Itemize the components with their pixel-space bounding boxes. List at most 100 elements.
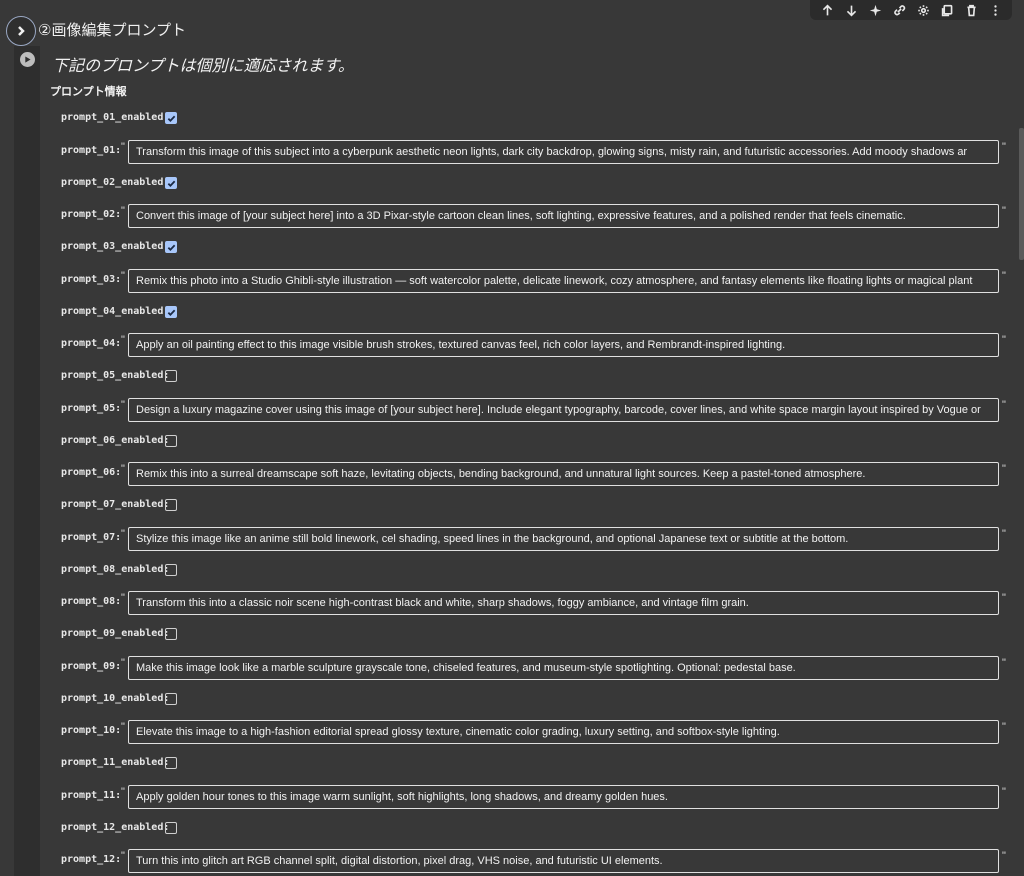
prompt-label: prompt_01: — [61, 144, 122, 156]
prompt-enabled-row: prompt_07_enabled: — [0, 494, 1024, 518]
prompt-text-row: prompt_02: " Convert this image of [your s… — [0, 204, 1024, 228]
prompt-enabled-row: prompt_12_enabled: — [0, 817, 1024, 841]
prompt-label: prompt_10: — [61, 725, 122, 736]
close-quote: " — [1002, 334, 1006, 346]
prompt-enabled-checkbox[interactable] — [165, 434, 177, 447]
close-quote: " — [1002, 205, 1006, 217]
prompt-text-input[interactable]: Transform this into a classic noir scene… — [128, 591, 999, 615]
close-quote: " — [1002, 592, 1006, 604]
prompt-enabled-row: prompt_01_enabled: — [0, 107, 1024, 131]
prompt-text-row: prompt_09: " Make this image look like a m… — [0, 655, 1024, 680]
prompt-enabled-label: prompt_07_enabled: — [61, 499, 170, 510]
form-description: 下記のプロンプトは個別に適応されます。 — [52, 58, 354, 75]
prompt-text-row: prompt_08: " Transform this into a classic… — [0, 591, 1024, 615]
prompt-label: prompt_08: — [61, 596, 122, 607]
close-quote: " — [1002, 398, 1006, 411]
prompt-enabled-row: prompt_02_enabled: — [0, 172, 1024, 196]
mirror-icon[interactable] — [936, 0, 958, 20]
prompt-enabled-checkbox[interactable] — [165, 305, 177, 318]
chevron-right-icon — [18, 26, 25, 36]
trash-icon[interactable] — [960, 0, 982, 20]
prompt-label: prompt_09: — [61, 660, 122, 672]
prompt-text-input[interactable]: Remix this into a surreal dreamscape sof… — [128, 462, 999, 486]
prompt-enabled-checkbox[interactable] — [165, 370, 177, 382]
prompt-enabled-label: prompt_12_enabled: — [61, 821, 170, 833]
prompt-text-input[interactable]: Stylize this image like an anime still b… — [128, 526, 999, 551]
prompt-text-input[interactable]: Transform this image of this subject int… — [128, 139, 999, 164]
play-icon — [25, 56, 31, 63]
prompt-label: prompt_07: — [61, 531, 122, 543]
prompt-label: prompt_06: — [61, 467, 122, 478]
prompt-enabled-row: prompt_03_enabled: — [0, 236, 1024, 260]
prompt-enabled-label: prompt_06_enabled: — [61, 434, 170, 446]
prompt-enabled-row: prompt_04_enabled: — [0, 301, 1024, 325]
scrollbar[interactable] — [1019, 128, 1024, 260]
prompt-label: prompt_04: — [61, 338, 122, 349]
prompt-enabled-row: prompt_05_enabled: — [0, 365, 1024, 389]
prompt-enabled-checkbox[interactable] — [165, 563, 177, 576]
prompt-text-input[interactable]: Elevate this image to a high-fashion edi… — [128, 720, 999, 744]
prompt-enabled-label: prompt_05_enabled: — [61, 370, 170, 381]
open-quote: " — [121, 269, 125, 282]
prompt-enabled-checkbox[interactable] — [165, 692, 177, 705]
arrow-down-icon[interactable] — [840, 0, 862, 20]
prompt-text-input[interactable]: Make this image look like a marble sculp… — [128, 655, 999, 680]
prompt-enabled-label: prompt_02_enabled: — [61, 176, 170, 188]
arrow-up-icon[interactable] — [816, 0, 838, 20]
prompt-text-row: prompt_04: " Apply an oil painting effect … — [0, 333, 1024, 357]
prompt-enabled-checkbox[interactable] — [165, 821, 177, 834]
prompt-text-input[interactable]: Apply golden hour tones to this image wa… — [128, 784, 999, 809]
prompt-enabled-checkbox[interactable] — [165, 628, 177, 640]
close-quote: " — [1002, 463, 1006, 475]
prompt-label: prompt_11: — [61, 789, 122, 801]
prompt-enabled-label: prompt_03_enabled: — [61, 241, 170, 252]
prompt-label: prompt_05: — [61, 402, 122, 414]
prompt-enabled-label: prompt_09_enabled: — [61, 628, 170, 639]
more-vert-icon[interactable] — [984, 0, 1006, 20]
collapse-section-button[interactable] — [6, 16, 36, 46]
link-icon[interactable] — [888, 0, 910, 20]
prompt-label: prompt_02: — [61, 209, 122, 220]
gear-icon[interactable] — [912, 0, 934, 20]
prompt-enabled-checkbox[interactable] — [165, 112, 177, 124]
prompt-enabled-checkbox[interactable] — [165, 499, 177, 511]
prompt-enabled-label: prompt_10_enabled: — [61, 692, 170, 704]
prompt-text-input[interactable]: Apply an oil painting effect to this ima… — [128, 333, 999, 357]
open-quote: " — [121, 656, 125, 669]
prompt-text-row: prompt_10: " Elevate this image to a high-… — [0, 720, 1024, 744]
section-title: ②画像編集プロンプト — [38, 22, 186, 39]
open-quote: " — [121, 785, 125, 798]
prompt-enabled-row: prompt_08_enabled: — [0, 559, 1024, 583]
open-quote: " — [121, 592, 125, 604]
prompt-text-row: prompt_07: " Stylize this image like an an… — [0, 526, 1024, 551]
prompt-enabled-checkbox[interactable] — [165, 757, 177, 769]
prompt-enabled-row: prompt_09_enabled: — [0, 623, 1024, 647]
close-quote: " — [1002, 527, 1006, 540]
run-cell-button[interactable] — [20, 52, 35, 67]
close-quote: " — [1002, 721, 1006, 733]
prompt-text-row: prompt_11: " Apply golden hour tones to th… — [0, 784, 1024, 809]
open-quote: " — [121, 527, 125, 540]
prompt-label: prompt_12: — [61, 854, 122, 865]
checkmark-icon — [167, 244, 176, 252]
close-quote: " — [1002, 785, 1006, 798]
prompt-label: prompt_03: — [61, 273, 122, 285]
cell-toolbar — [810, 0, 1012, 20]
prompt-text-row: prompt_06: " Remix this into a surreal dre… — [0, 462, 1024, 486]
prompt-text-row: prompt_03: " Remix this photo into a Studi… — [0, 268, 1024, 293]
form-subheading: プロンプト情報 — [50, 86, 127, 98]
prompt-text-input[interactable]: Turn this into glitch art RGB channel sp… — [128, 849, 999, 873]
prompt-enabled-checkbox[interactable] — [165, 176, 177, 189]
prompt-enabled-row: prompt_10_enabled: — [0, 688, 1024, 712]
prompt-text-input[interactable]: Remix this photo into a Studio Ghibli-st… — [128, 268, 999, 293]
prompt-text-input[interactable]: Convert this image of [your subject here… — [128, 204, 999, 228]
open-quote: " — [121, 398, 125, 411]
open-quote: " — [121, 334, 125, 346]
sparkle-icon[interactable] — [864, 0, 886, 20]
close-quote: " — [1002, 269, 1006, 282]
prompt-enabled-row: prompt_11_enabled: — [0, 752, 1024, 776]
prompt-text-input[interactable]: Design a luxury magazine cover using thi… — [128, 397, 999, 422]
close-quote: " — [1002, 140, 1006, 153]
prompt-enabled-checkbox[interactable] — [165, 241, 177, 253]
open-quote: " — [121, 205, 125, 217]
